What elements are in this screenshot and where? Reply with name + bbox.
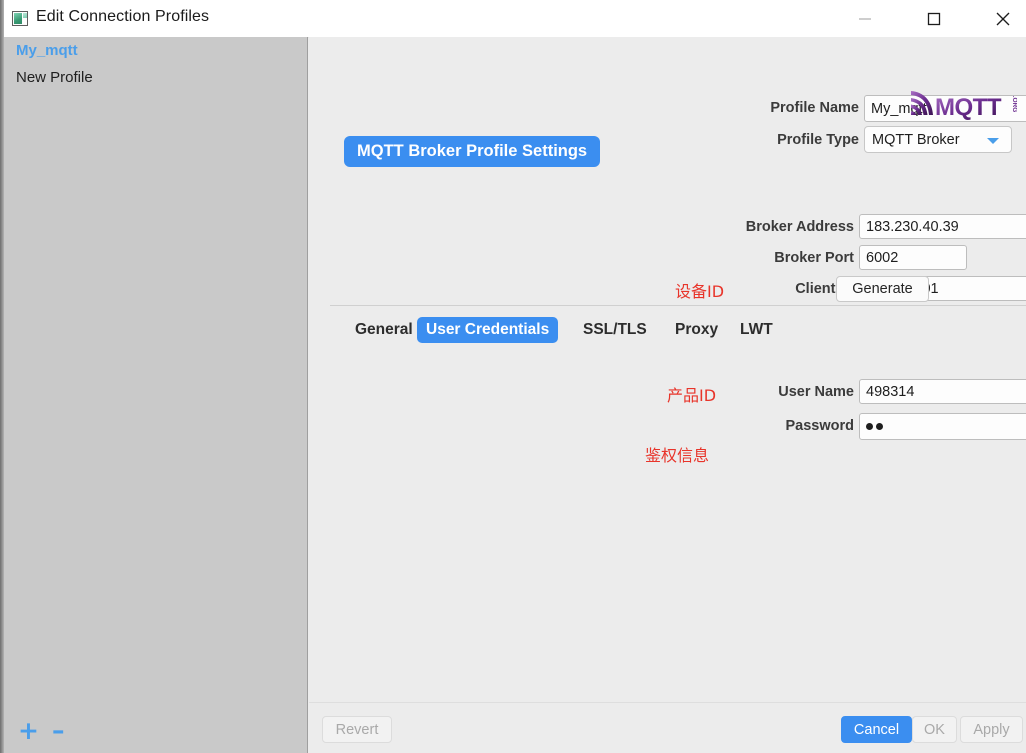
sidebar-footer: + – bbox=[4, 709, 307, 753]
user-name-input[interactable]: 498314 bbox=[859, 379, 1026, 404]
tab-lwt[interactable]: LWT bbox=[738, 317, 775, 343]
plus-icon[interactable]: + bbox=[18, 718, 39, 743]
profile-list-sidebar: My_mqtt New Profile + – bbox=[4, 37, 308, 753]
profile-type-label: Profile Type bbox=[777, 132, 859, 148]
title-bar: Edit Connection Profiles bbox=[0, 0, 1026, 38]
app-icon-shape-secondary bbox=[23, 13, 27, 18]
tab-ssl-tls[interactable]: SSL/TLS bbox=[581, 317, 649, 343]
password-input[interactable] bbox=[859, 413, 1026, 440]
mqtt-broker-profile-settings-header[interactable]: MQTT Broker Profile Settings bbox=[344, 136, 601, 167]
profile-editor-panel: Profile Name My_mqtt Profile Type MQTT B… bbox=[309, 37, 1026, 753]
generate-client-id-button[interactable]: Generate bbox=[836, 276, 929, 302]
svg-text:.ORG: .ORG bbox=[1011, 96, 1017, 113]
password-mask-dot bbox=[876, 423, 883, 430]
app-window-icon bbox=[12, 11, 28, 26]
minimize-button[interactable] bbox=[842, 0, 888, 37]
window-left-edge bbox=[0, 0, 4, 753]
settings-tabstrip: General User Credentials SSL/TLS Proxy L… bbox=[309, 317, 1026, 347]
chevron-down-icon bbox=[987, 138, 999, 144]
annotation-auth-info: 鉴权信息 bbox=[645, 446, 710, 465]
annotation-device-id: 设备ID bbox=[675, 282, 725, 301]
ok-button[interactable]: OK bbox=[912, 716, 957, 743]
minimize-icon bbox=[859, 17, 871, 20]
tab-user-credentials[interactable]: User Credentials bbox=[417, 317, 559, 343]
application-window: Edit Connection Profiles My_mqtt New Pro… bbox=[0, 0, 1026, 753]
section-divider bbox=[330, 305, 1026, 306]
mqtt-org-logo: MQTT .ORG bbox=[911, 91, 1017, 121]
maximize-icon bbox=[927, 12, 941, 25]
cancel-button[interactable]: Cancel bbox=[841, 716, 912, 743]
maximize-button[interactable] bbox=[911, 0, 957, 37]
profile-name-label: Profile Name bbox=[770, 100, 859, 116]
broker-address-label: Broker Address bbox=[745, 219, 854, 235]
svg-text:MQTT: MQTT bbox=[935, 94, 1002, 121]
app-icon-shape-primary bbox=[14, 13, 22, 24]
apply-button[interactable]: Apply bbox=[960, 716, 1023, 743]
close-icon bbox=[996, 12, 1010, 25]
close-button[interactable] bbox=[980, 0, 1026, 37]
profile-type-select[interactable]: MQTT Broker bbox=[864, 126, 1012, 153]
tab-general[interactable]: General bbox=[353, 317, 415, 343]
window-title: Edit Connection Profiles bbox=[36, 8, 210, 25]
revert-button[interactable]: Revert bbox=[322, 716, 392, 743]
password-label: Password bbox=[785, 418, 855, 434]
broker-port-input[interactable]: 6002 bbox=[859, 245, 967, 270]
broker-address-input[interactable]: 183.230.40.39 bbox=[859, 214, 1026, 239]
client-id-label: Client ID bbox=[795, 281, 854, 297]
tab-proxy[interactable]: Proxy bbox=[673, 317, 720, 343]
profile-type-value: MQTT Broker bbox=[872, 131, 960, 148]
broker-port-label: Broker Port bbox=[774, 250, 854, 266]
sidebar-item-new-profile[interactable]: New Profile bbox=[16, 69, 93, 86]
minus-icon[interactable]: – bbox=[52, 718, 65, 743]
annotation-product-id: 产品ID bbox=[667, 386, 717, 405]
dialog-footer: Revert Cancel OK Apply bbox=[309, 702, 1026, 753]
sidebar-item-my-mqtt[interactable]: My_mqtt bbox=[16, 42, 78, 59]
password-mask-dot bbox=[866, 423, 873, 430]
